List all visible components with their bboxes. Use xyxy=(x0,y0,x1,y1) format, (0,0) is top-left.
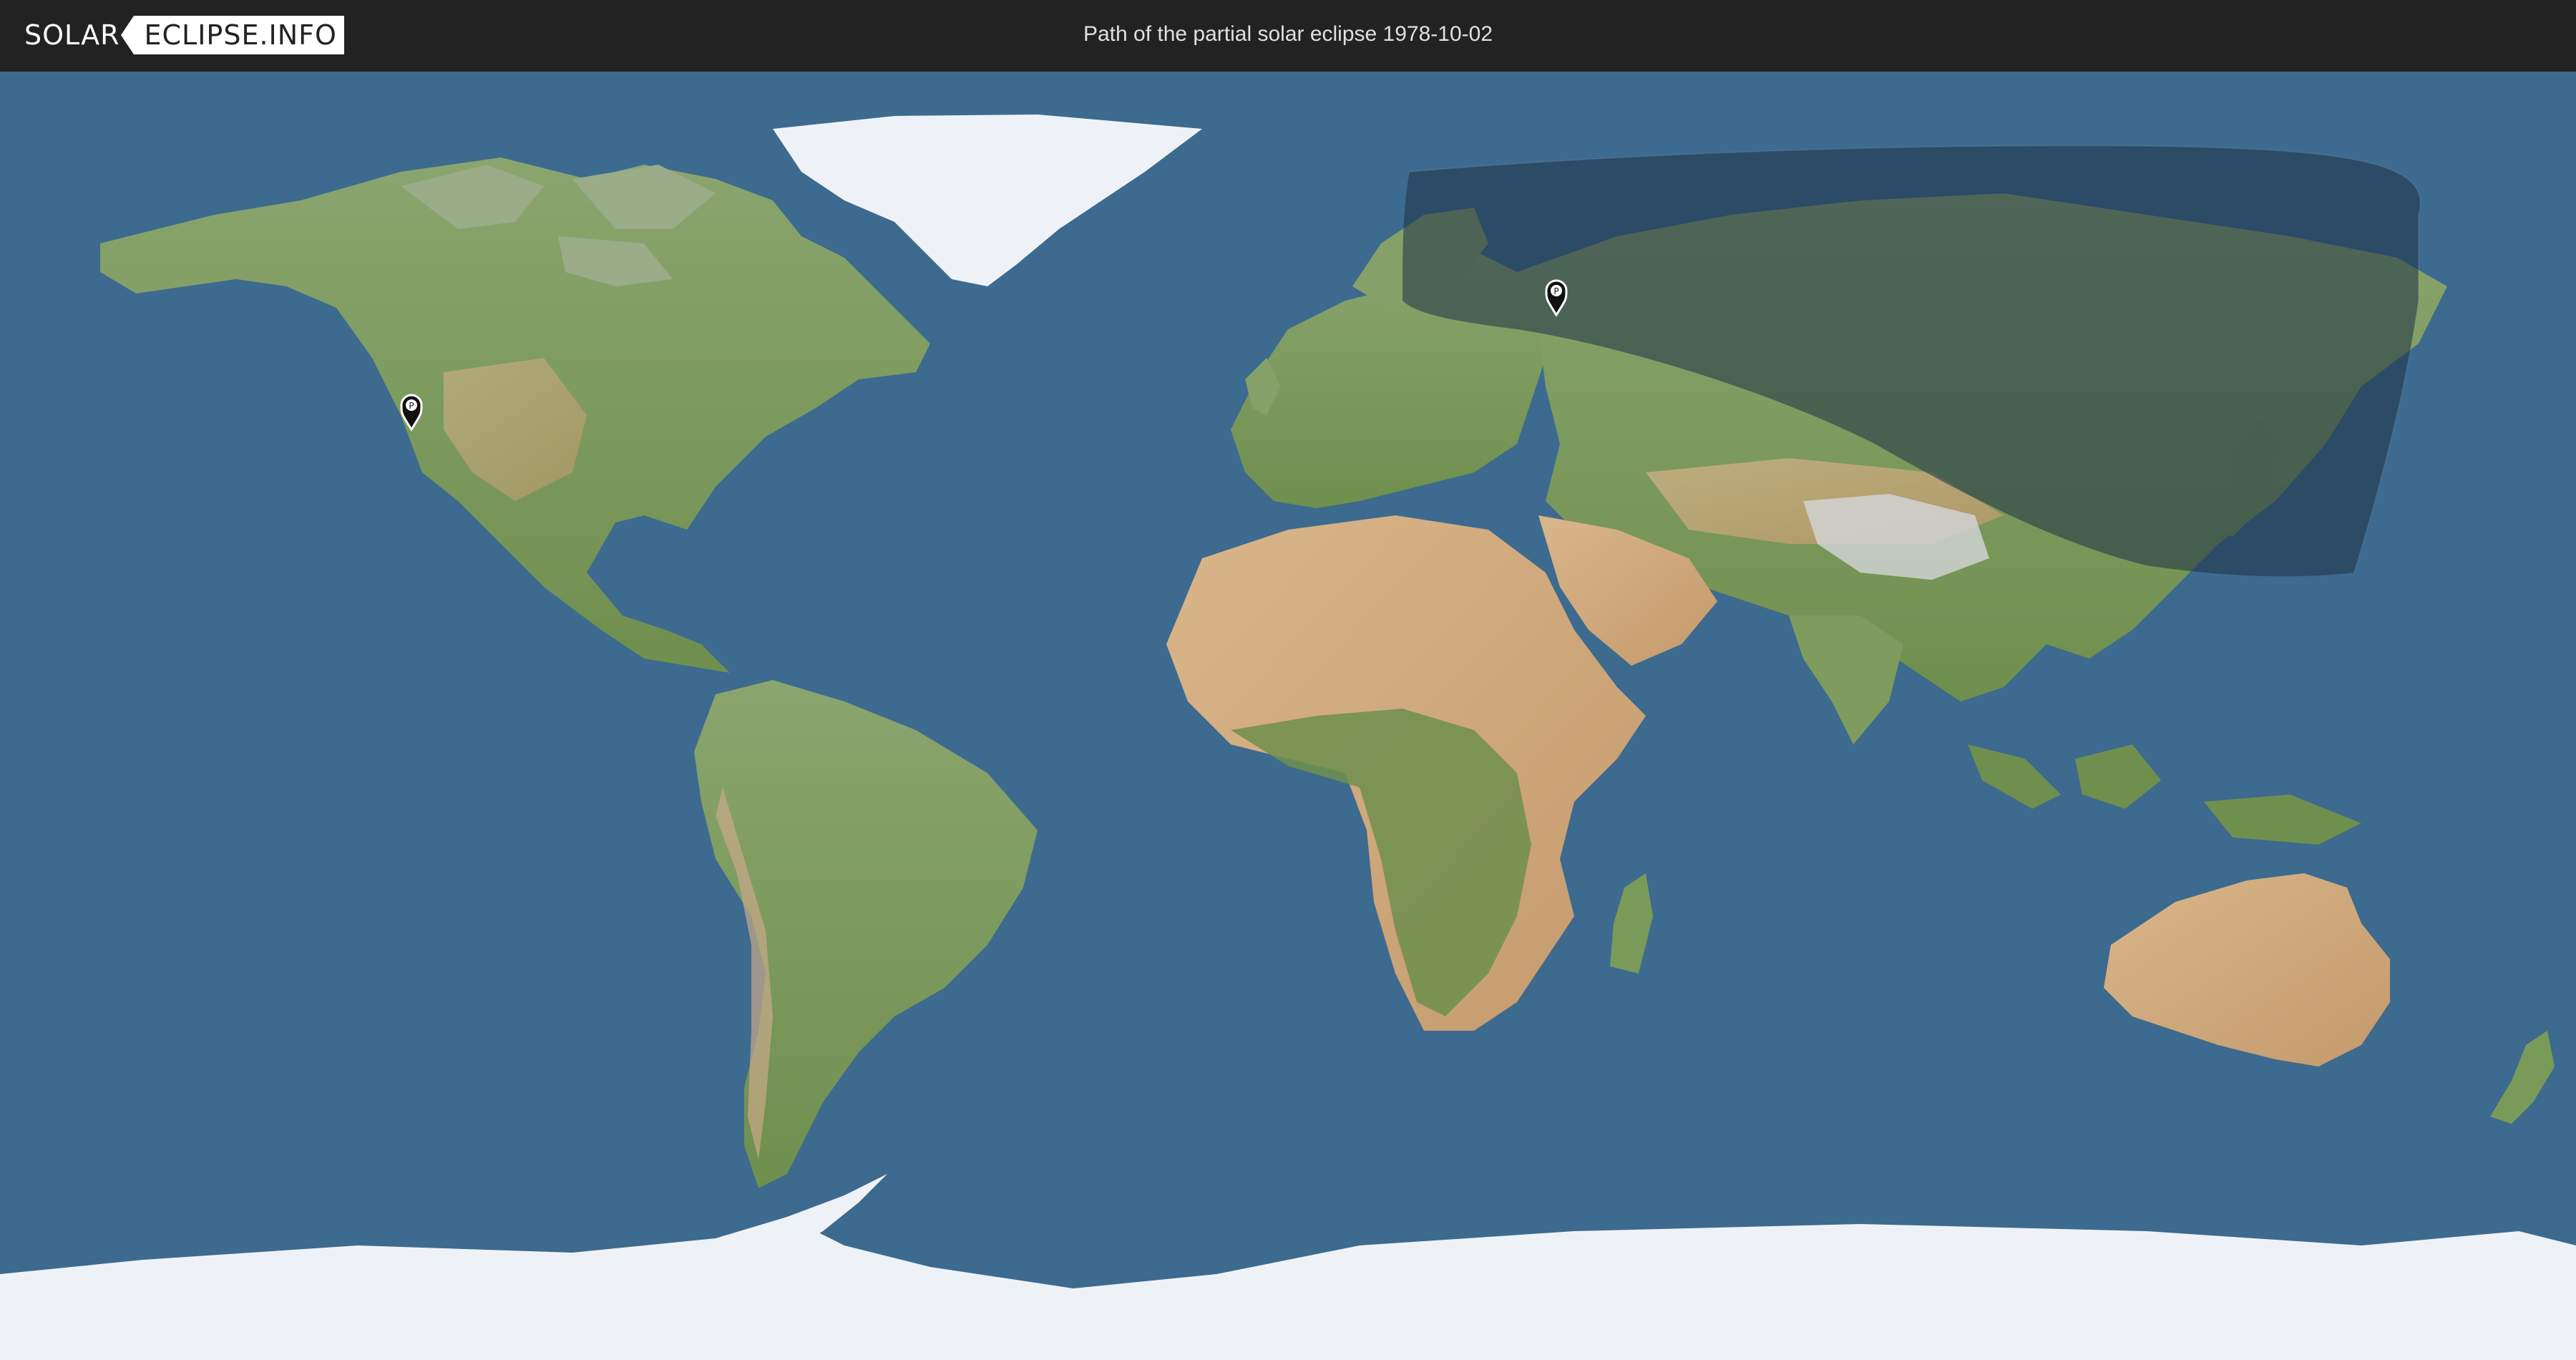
page-title: Path of the partial solar eclipse 1978-1… xyxy=(1083,22,1493,46)
world-map[interactable]: P P xyxy=(0,72,2576,1360)
world-map-svg[interactable]: P P xyxy=(0,72,2576,1360)
marker-label: P xyxy=(409,401,414,411)
marker-label: P xyxy=(1553,286,1558,296)
header-bar: SOLAR ECLIPSE.INFO Path of the partial s… xyxy=(0,0,2576,72)
